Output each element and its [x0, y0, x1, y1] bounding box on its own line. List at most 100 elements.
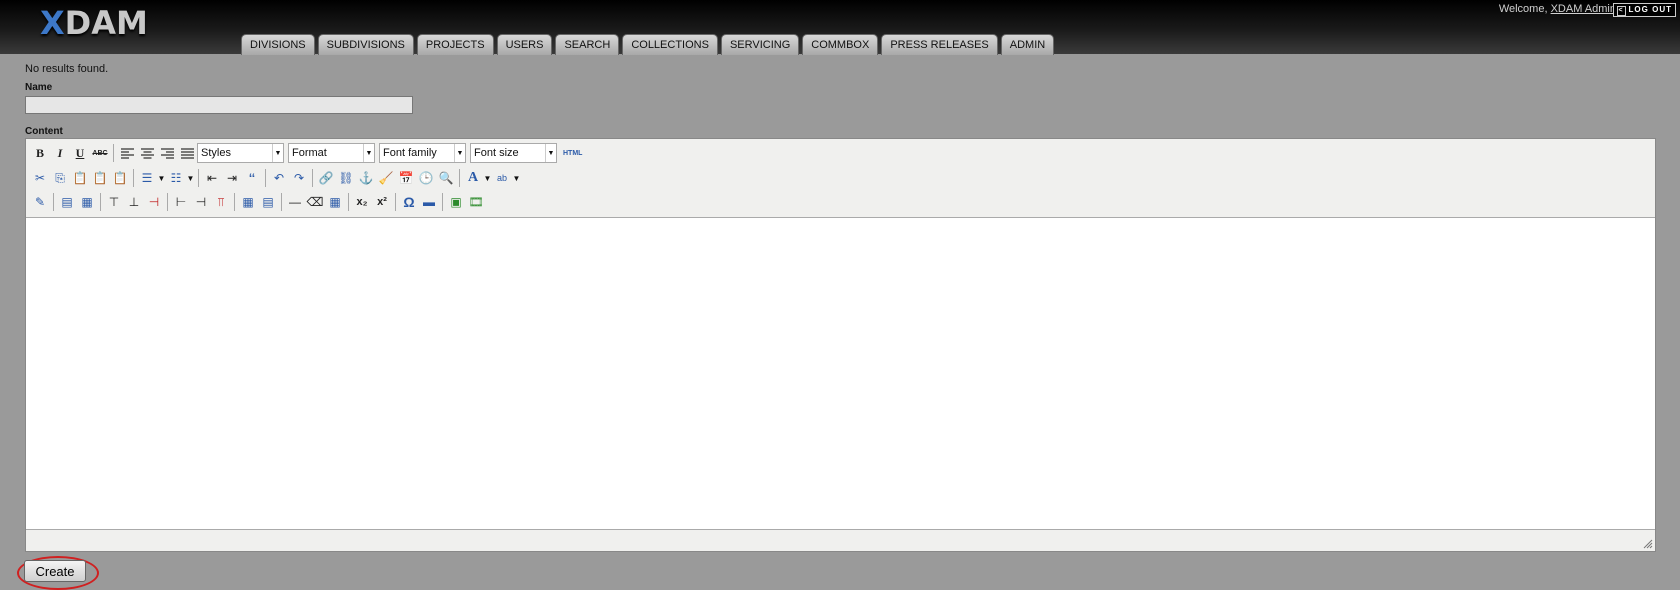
xdam-logo[interactable]: XDAM: [40, 4, 148, 42]
paste-icon[interactable]: 📋: [70, 168, 90, 188]
main-nav-tabs: DIVISIONS SUBDIVISIONS PROJECTS USERS SE…: [241, 34, 1055, 55]
superscript-button[interactable]: x²: [372, 192, 392, 212]
chevron-down-icon[interactable]: ▼: [157, 174, 166, 183]
cleanup-icon[interactable]: 🧹: [376, 168, 396, 188]
align-left-icon[interactable]: [117, 143, 137, 163]
font-family-select[interactable]: Font family ▼: [379, 143, 466, 163]
name-label: Name: [25, 82, 53, 93]
chevron-down-icon[interactable]: ▼: [512, 174, 521, 183]
toolbar-separator: [312, 169, 313, 187]
strikethrough-button[interactable]: ABC: [90, 143, 110, 163]
unlink-icon[interactable]: ⛓: [336, 168, 356, 188]
toolbar-separator: [100, 193, 101, 211]
insert-row-before-icon[interactable]: ⊤: [104, 192, 124, 212]
tab-collections[interactable]: COLLECTIONS: [622, 34, 718, 55]
underline-button[interactable]: U: [70, 143, 90, 163]
status-message: No results found.: [25, 63, 109, 75]
tab-search[interactable]: SEARCH: [555, 34, 620, 55]
indent-icon[interactable]: ⇥: [222, 168, 242, 188]
html-source-button[interactable]: HTML: [563, 150, 582, 157]
toolbar-separator: [442, 193, 443, 211]
tab-subdivisions[interactable]: SUBDIVISIONS: [317, 34, 414, 55]
styles-select[interactable]: Styles ▼: [197, 143, 284, 163]
undo-icon[interactable]: ↶: [269, 168, 289, 188]
visual-aid-icon[interactable]: ✎: [30, 192, 50, 212]
toolbar-row-3: ✎ ▤ ▦ ⊤ ⊥ ⊣ ⊢ ⊣ ⫪ ▦ ▤ — ⌫ ▦ x₂ x² Ω ▬ ▣ …: [30, 191, 486, 213]
toolbar-separator: [281, 193, 282, 211]
background-color-icon[interactable]: ab: [492, 168, 512, 188]
remove-format-icon[interactable]: ⌫: [305, 192, 325, 212]
redo-icon[interactable]: ↷: [289, 168, 309, 188]
username-link[interactable]: XDAM Admin: [1551, 3, 1616, 15]
bullet-list-icon[interactable]: ☰: [137, 168, 157, 188]
tab-divisions[interactable]: DIVISIONS: [241, 34, 315, 55]
tab-servicing[interactable]: SERVICING: [720, 34, 800, 55]
italic-button[interactable]: I: [50, 143, 70, 163]
tab-users[interactable]: USERS: [496, 34, 553, 55]
logout-arrow-icon: <: [1616, 6, 1626, 16]
table-cell-props-icon[interactable]: ▦: [77, 192, 97, 212]
tab-commbox[interactable]: COMMBOX: [802, 34, 879, 55]
top-header: XDAM Welcome, XDAM Admin < LOG OUT DIVISI…: [0, 0, 1680, 55]
chevron-down-icon[interactable]: ▼: [186, 174, 195, 183]
anchor-icon[interactable]: ⚓: [356, 168, 376, 188]
split-cells-icon[interactable]: ▦: [238, 192, 258, 212]
blockquote-icon[interactable]: ‘‘: [242, 168, 262, 188]
paste-text-icon[interactable]: 📋: [90, 168, 110, 188]
create-button[interactable]: Create: [24, 560, 86, 582]
welcome-label: Welcome,: [1498, 3, 1548, 15]
chevron-down-icon[interactable]: ▼: [483, 174, 492, 183]
font-size-select[interactable]: Font size ▼: [470, 143, 557, 163]
rich-text-editor: B I U ABC Styles ▼ Format ▼ Font family ▼ F…: [25, 138, 1656, 552]
numbered-list-icon[interactable]: ☷: [166, 168, 186, 188]
insert-col-before-icon[interactable]: ⊢: [171, 192, 191, 212]
delete-col-icon[interactable]: ⫪: [211, 192, 231, 212]
insert-date-icon[interactable]: 📅: [396, 168, 416, 188]
table-row-props-icon[interactable]: ▤: [57, 192, 77, 212]
align-justify-icon[interactable]: [177, 143, 197, 163]
text-color-icon[interactable]: A: [463, 168, 483, 188]
align-center-icon: [140, 147, 154, 159]
insert-image-icon[interactable]: ▣: [446, 192, 466, 212]
align-right-icon: [160, 147, 174, 159]
logout-label: LOG OUT: [1628, 5, 1672, 14]
subscript-button[interactable]: x₂: [352, 192, 372, 212]
format-select[interactable]: Format ▼: [288, 143, 375, 163]
preview-icon[interactable]: 🔍: [436, 168, 456, 188]
welcome-text: Welcome, XDAM Admin: [1499, 3, 1616, 15]
toolbar-separator: [265, 169, 266, 187]
insert-media-icon[interactable]: 🎞: [466, 192, 486, 212]
align-left-icon: [120, 147, 134, 159]
tab-projects[interactable]: PROJECTS: [416, 34, 494, 55]
bold-button[interactable]: B: [30, 143, 50, 163]
insert-row-after-icon[interactable]: ⊥: [124, 192, 144, 212]
resize-handle-icon[interactable]: [1643, 539, 1653, 549]
insert-table-icon[interactable]: ▦: [325, 192, 345, 212]
align-justify-icon: [180, 147, 194, 159]
copy-icon[interactable]: ⎘: [50, 168, 70, 188]
toolbar-row-2: ✂ ⎘ 📋 📋 📋 ☰ ▼ ☷ ▼ ⇤ ⇥ ‘‘ ↶ ↷ 🔗 ⛓ ⚓ 🧹 📅 🕒 🔍…: [30, 167, 521, 189]
toolbar-row-1: B I U ABC Styles ▼ Format ▼ Font family ▼ F…: [30, 142, 582, 164]
horizontal-rule-icon[interactable]: —: [285, 192, 305, 212]
name-input[interactable]: [25, 96, 413, 114]
align-center-icon[interactable]: [137, 143, 157, 163]
insert-col-after-icon[interactable]: ⊣: [191, 192, 211, 212]
tab-admin[interactable]: ADMIN: [1000, 34, 1055, 55]
link-icon[interactable]: 🔗: [316, 168, 336, 188]
toolbar-separator: [459, 169, 460, 187]
toolbar-separator: [53, 193, 54, 211]
editor-content-area[interactable]: [26, 217, 1655, 530]
paste-word-icon[interactable]: 📋: [110, 168, 130, 188]
cut-icon[interactable]: ✂: [30, 168, 50, 188]
horizontal-line-icon[interactable]: ▬: [419, 192, 439, 212]
logout-button[interactable]: < LOG OUT: [1612, 3, 1676, 17]
toolbar-separator: [234, 193, 235, 211]
delete-row-icon[interactable]: ⊣: [144, 192, 164, 212]
resize-grip-icon: [1643, 539, 1653, 549]
tab-press-releases[interactable]: PRESS RELEASES: [881, 34, 998, 55]
merge-cells-icon[interactable]: ▤: [258, 192, 278, 212]
insert-time-icon[interactable]: 🕒: [416, 168, 436, 188]
align-right-icon[interactable]: [157, 143, 177, 163]
outdent-icon[interactable]: ⇤: [202, 168, 222, 188]
special-char-button[interactable]: Ω: [399, 192, 419, 212]
